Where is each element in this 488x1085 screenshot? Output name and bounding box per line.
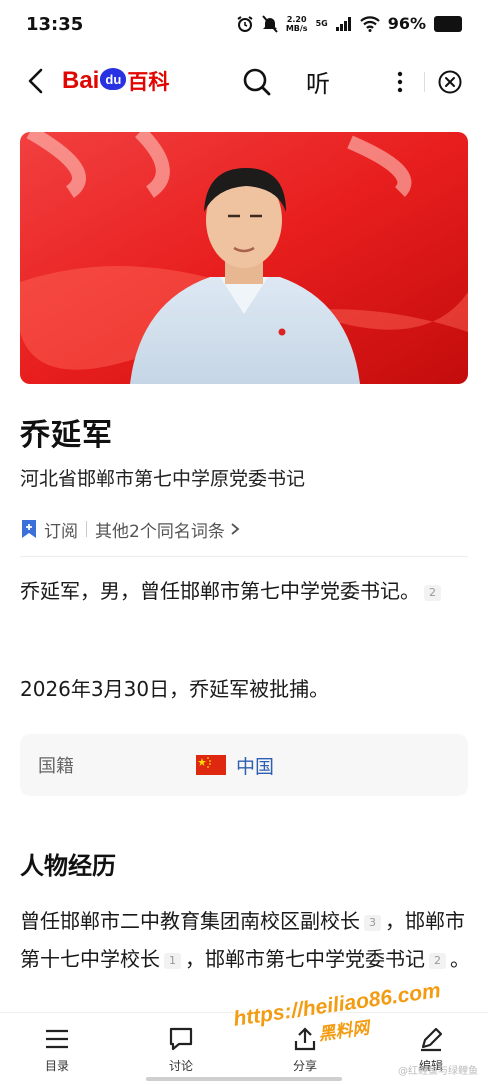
status-time: 13:35 [26, 14, 84, 35]
listen-button[interactable]: 听 [306, 64, 330, 99]
back-arrow-icon[interactable] [22, 66, 50, 96]
same-name-entries-link[interactable]: 其他2个同名词条 [95, 517, 225, 542]
signal-icon [335, 16, 351, 31]
list-icon [46, 1029, 68, 1049]
net-speed: 2.20 MB/s [285, 14, 308, 33]
person-photo-image [20, 132, 468, 384]
arrest-note: 2026年3月30日，乔延军被批捕。 [20, 677, 330, 701]
section-title-experience: 人物经历 [20, 852, 116, 880]
tab-label: 分享 [292, 1059, 317, 1073]
bookmark-icon[interactable] [20, 519, 38, 539]
tab-label: 目录 [44, 1059, 69, 1073]
tab-label: 讨论 [168, 1059, 193, 1073]
citation-badge[interactable]: 3 [364, 914, 381, 931]
experience-text: ，邯郸市第七中学党委书记 [185, 947, 425, 971]
nationality-link[interactable]: 中国 [236, 752, 274, 779]
paw-logo-icon: du [100, 68, 127, 90]
close-icon[interactable] [438, 70, 462, 94]
hero-photo[interactable] [20, 132, 468, 384]
info-card: 国籍 中国 [20, 734, 468, 796]
entry-title: 乔延军 [20, 418, 113, 453]
citation-badge[interactable]: 2 [424, 584, 441, 601]
chevron-right-icon[interactable] [229, 522, 241, 536]
summary-paragraph: 乔延军，男，曾任邯郸市第七中学党委书记。 2 [20, 572, 472, 610]
entry-subtitle: 河北省邯郸市第七中学原党委书记 [20, 468, 306, 490]
meta-divider [86, 521, 87, 537]
weibo-watermark: @红鲤鱼与绿鲤鱼 [398, 1066, 478, 1077]
status-bar: 13:35 2.20 MB/s 5G 96% [0, 0, 488, 52]
mute-icon [262, 14, 278, 33]
status-icons: 2.20 MB/s 5G 96% [236, 14, 462, 33]
home-indicator[interactable] [146, 1077, 342, 1081]
battery-icon [434, 15, 462, 32]
experience-paragraph: 曾任邯郸市二中教育集团南校区副校长 3 ，邯郸市第十七中学校长 1 ，邯郸市第七中学党委… [20, 902, 472, 978]
tab-discuss[interactable]: 讨论 [146, 1025, 216, 1074]
wifi-icon [359, 15, 380, 32]
summary-text: 乔延军，男，曾任邯郸市第七中学党委书记。 [20, 579, 420, 603]
entry-meta-row: 订阅 其他2个同名词条 [20, 516, 241, 542]
experience-text: 。 [450, 947, 470, 971]
china-flag-icon [196, 755, 226, 775]
battery-percent: 96% [387, 14, 426, 33]
experience-text: 曾任邯郸市二中教育集团南校区副校长 [20, 909, 360, 933]
capsule-divider [424, 72, 425, 92]
nav-bar: Bai du 百科 听 [0, 52, 488, 110]
citation-badge[interactable]: 2 [429, 952, 446, 969]
section-divider [20, 556, 468, 557]
alarm-icon [237, 15, 253, 32]
baidu-baike-logo: Bai du 百科 [62, 67, 170, 94]
more-options-icon[interactable] [394, 70, 406, 94]
chat-bubble-icon [169, 1027, 193, 1051]
search-icon[interactable] [242, 67, 272, 97]
tab-toc[interactable]: 目录 [22, 1025, 92, 1074]
nationality-label: 国籍 [38, 756, 74, 777]
citation-badge[interactable]: 1 [164, 952, 181, 969]
network-type: 5G [315, 19, 328, 28]
subscribe-button[interactable]: 订阅 [44, 517, 78, 542]
